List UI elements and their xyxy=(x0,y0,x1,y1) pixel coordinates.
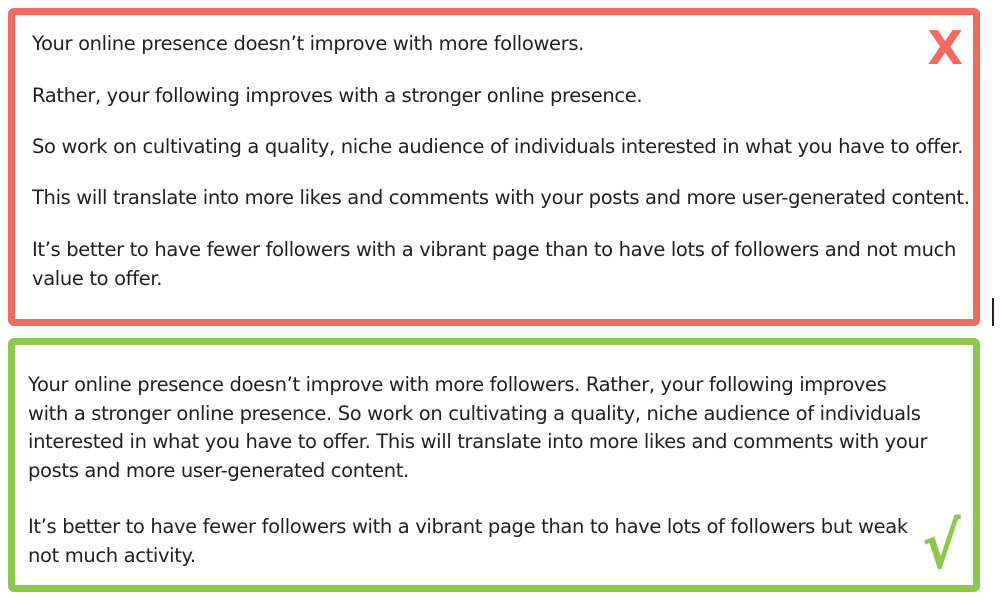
bad-paragraph-2-line-1: Rather, your following improves with a s… xyxy=(32,84,643,107)
bad-paragraph-1: Your online presence doesn’t improve wit… xyxy=(32,30,584,59)
bad-paragraph-3-line-1: So work on cultivating a quality, niche … xyxy=(32,135,964,158)
good-paragraph-2-line-2: not much activity. xyxy=(28,543,196,567)
good-paragraph-2: It’s better to have fewer followers with… xyxy=(28,513,908,570)
good-paragraph-1-line-4: posts and more user-generated content. xyxy=(28,458,409,482)
good-paragraph-1-line-2: with a stronger online presence. So work… xyxy=(28,401,921,425)
bad-example-panel: Your online presence doesn’t improve wit… xyxy=(8,8,980,326)
good-paragraph-1-line-3: interested in what you have to offer. Th… xyxy=(28,430,928,453)
bad-paragraph-1-line-1: Your online presence doesn’t improve wit… xyxy=(32,32,585,55)
bad-paragraph-5-line-1: It’s better to have fewer followers with… xyxy=(32,238,957,261)
good-example-panel: Your online presence doesn’t improve wit… xyxy=(8,338,980,592)
checkmark-icon: √ xyxy=(922,510,961,584)
good-paragraph-1-line-1: Your online presence doesn’t improve wit… xyxy=(28,373,887,396)
text-cursor xyxy=(992,298,994,326)
bad-paragraph-2: Rather, your following improves with a s… xyxy=(32,82,643,111)
bad-paragraph-5-line-2: value to offer. xyxy=(32,266,163,290)
good-paragraph-1: Your online presence doesn’t improve wit… xyxy=(28,371,927,485)
x-mark-icon: X xyxy=(927,21,963,75)
good-paragraph-2-line-1: It’s better to have fewer followers with… xyxy=(28,515,908,538)
bad-paragraph-4-line-1: This will translate into more likes and … xyxy=(32,186,970,209)
bad-paragraph-5: It’s better to have fewer followers with… xyxy=(32,236,956,293)
bad-paragraph-3: So work on cultivating a quality, niche … xyxy=(32,133,963,162)
bad-paragraph-4: This will translate into more likes and … xyxy=(32,184,970,213)
